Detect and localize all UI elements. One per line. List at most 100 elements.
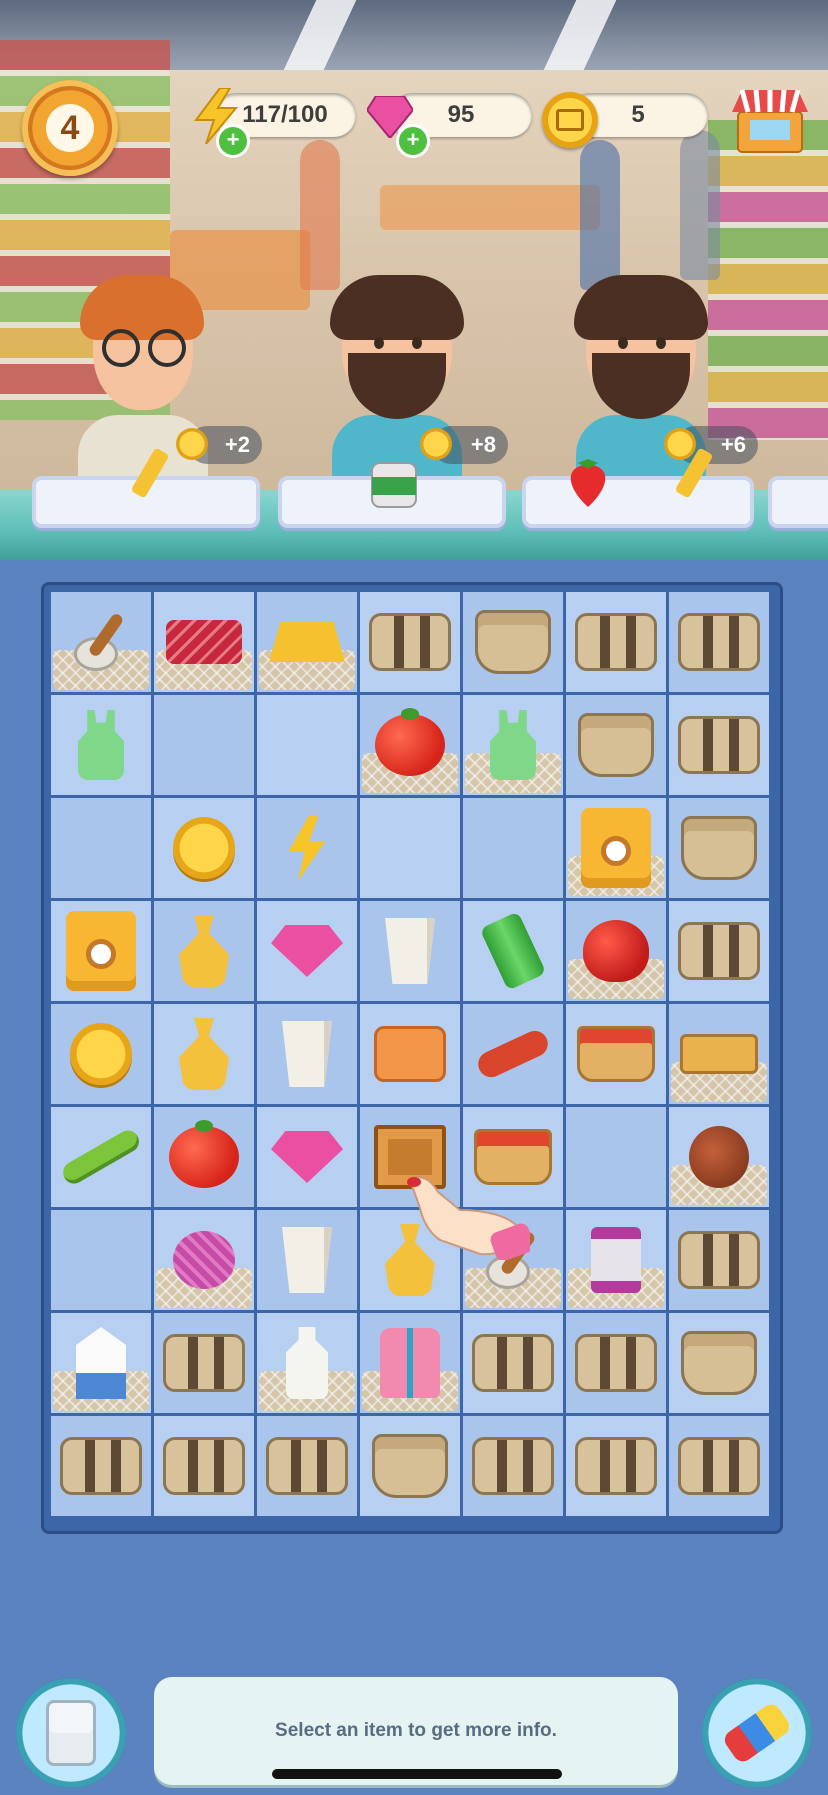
basket-round-icon <box>372 1434 448 1498</box>
decorate-button[interactable] <box>702 1678 812 1788</box>
board-cell[interactable] <box>360 798 460 898</box>
board-cell[interactable] <box>566 1416 666 1516</box>
energy-bolt-icon <box>288 815 326 881</box>
board-cell[interactable] <box>51 1107 151 1207</box>
basket-round-icon <box>681 816 757 880</box>
energy-can-icon <box>479 911 547 991</box>
board-cell[interactable] <box>154 1313 254 1413</box>
gold-sack-icon <box>179 915 229 987</box>
board-cell[interactable] <box>257 901 357 1001</box>
board-cell[interactable] <box>463 798 563 898</box>
board-cell[interactable] <box>51 1004 151 1104</box>
basket-round-icon <box>475 610 551 674</box>
customer-eye <box>618 337 628 349</box>
basket-box-icon <box>163 1334 245 1392</box>
board-cell[interactable] <box>566 798 666 898</box>
canned-food-icon <box>371 462 417 508</box>
board-cell[interactable] <box>154 695 254 795</box>
thread-spool-icon <box>591 1227 641 1293</box>
ham-icon <box>689 1126 749 1188</box>
board-cell[interactable] <box>257 1313 357 1413</box>
board-cell[interactable] <box>566 901 666 1001</box>
sausage-icon <box>473 1026 553 1082</box>
board-cell[interactable] <box>51 901 151 1001</box>
board-cell[interactable] <box>360 1313 460 1413</box>
board-cell[interactable] <box>51 1210 151 1310</box>
board-cell[interactable] <box>669 1210 769 1310</box>
board-cell[interactable] <box>154 592 254 692</box>
board-cell[interactable] <box>669 901 769 1001</box>
board-cell[interactable] <box>154 901 254 1001</box>
board-cell[interactable] <box>669 1107 769 1207</box>
board-cell[interactable] <box>566 1107 666 1207</box>
candy-icon <box>132 448 168 498</box>
board-cell[interactable] <box>360 901 460 1001</box>
veggie-basket-icon <box>577 1026 655 1082</box>
board-cell[interactable] <box>566 1004 666 1104</box>
board-cell[interactable] <box>51 695 151 795</box>
board-cell[interactable] <box>669 695 769 795</box>
basket-box-icon <box>575 1334 657 1392</box>
scoop-icon <box>70 607 132 677</box>
candy-icon <box>676 448 712 498</box>
board-cell[interactable] <box>463 901 563 1001</box>
board-cell[interactable] <box>669 592 769 692</box>
board-cell[interactable] <box>463 1313 563 1413</box>
coin-value: 5 <box>631 101 645 128</box>
board-cell[interactable] <box>360 592 460 692</box>
board-cell[interactable] <box>566 592 666 692</box>
board-cell[interactable] <box>463 592 563 692</box>
shop-icon[interactable] <box>730 84 810 154</box>
board-cell[interactable] <box>51 592 151 692</box>
customer-eye <box>656 337 666 349</box>
board-cell[interactable] <box>669 798 769 898</box>
board-cell[interactable] <box>566 1210 666 1310</box>
board-cell[interactable] <box>51 1313 151 1413</box>
tomato-icon <box>169 1120 239 1188</box>
gold-bars-icon <box>269 622 345 662</box>
level-number: 4 <box>46 104 94 152</box>
add-energy-button[interactable]: + <box>216 124 250 158</box>
board-cell[interactable] <box>257 1416 357 1516</box>
board-cell[interactable] <box>154 1107 254 1207</box>
board-cell[interactable] <box>257 1107 357 1207</box>
board-cell[interactable] <box>154 1004 254 1104</box>
board-cell[interactable] <box>154 1416 254 1516</box>
customer-eye <box>374 337 384 349</box>
cookie-bag-icon <box>581 808 651 888</box>
board-cell[interactable] <box>669 1416 769 1516</box>
board-cell[interactable] <box>463 1416 563 1516</box>
board-cell[interactable] <box>257 798 357 898</box>
board-cell[interactable] <box>257 592 357 692</box>
board-cell[interactable] <box>360 695 460 795</box>
board-cell[interactable] <box>154 1210 254 1310</box>
add-gems-button[interactable]: + <box>396 124 430 158</box>
board-cell[interactable] <box>257 1210 357 1310</box>
fridge-inventory-button[interactable] <box>16 1678 126 1788</box>
board-cell[interactable] <box>154 798 254 898</box>
strawberry-icon <box>570 459 606 507</box>
board-cell[interactable] <box>257 1004 357 1104</box>
board-cell[interactable] <box>669 1313 769 1413</box>
board-cell[interactable] <box>669 1004 769 1104</box>
order-plate[interactable] <box>768 476 828 528</box>
board-cell[interactable] <box>51 1416 151 1516</box>
board-cell[interactable] <box>566 1313 666 1413</box>
cookie-bag-icon <box>66 911 136 991</box>
board-cell[interactable] <box>360 1416 460 1516</box>
basket-box-icon <box>678 716 760 774</box>
glasses-icon <box>148 329 186 367</box>
reward-value: +8 <box>470 432 496 457</box>
board-cell[interactable] <box>360 1004 460 1104</box>
reward-value: +2 <box>224 432 250 457</box>
reward-value: +6 <box>720 432 746 457</box>
board-cell[interactable] <box>51 798 151 898</box>
basket-round-icon <box>681 1331 757 1395</box>
board-cell[interactable] <box>566 695 666 795</box>
board-cell[interactable] <box>463 1004 563 1104</box>
level-badge[interactable]: 4 <box>22 80 118 176</box>
store-background: +2 +8 +6 <box>0 0 828 560</box>
paper-cup-icon <box>282 1021 332 1087</box>
board-cell[interactable] <box>463 695 563 795</box>
board-cell[interactable] <box>257 695 357 795</box>
